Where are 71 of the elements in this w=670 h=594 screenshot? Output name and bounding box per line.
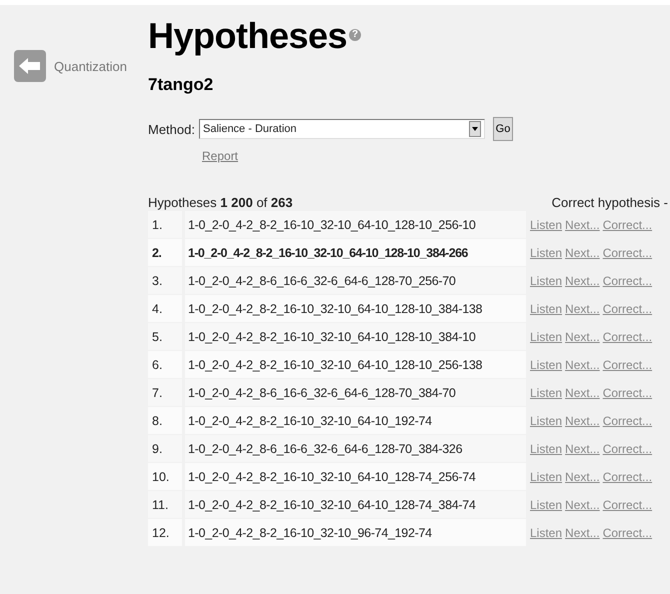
row-link[interactable]: Correct... <box>602 470 652 484</box>
row-link[interactable]: Correct... <box>602 498 652 512</box>
row-link[interactable]: Next... <box>565 414 600 428</box>
row-link[interactable]: Next... <box>565 442 600 456</box>
hypothesis-cell[interactable]: 1-0_2-0_4-2_8-2_16-10_32-10_64-10_128-10_384-10 <box>185 323 526 350</box>
row-link[interactable]: Correct... <box>602 246 652 260</box>
row-link[interactable]: Next... <box>565 274 600 288</box>
help-icon[interactable]: ? <box>349 29 362 41</box>
hypothesis-cell[interactable]: 1-0_2-0_4-2_8-2_16-10_32-10_64-10_128-10_256-10 <box>185 211 526 238</box>
report-link[interactable]: Report <box>202 149 238 163</box>
row-link[interactable]: Next... <box>565 470 600 484</box>
row-link[interactable]: Next... <box>565 526 600 540</box>
hypothesis-cell[interactable]: 1-0_2-0_4-2_8-2_16-10_32-10_64-10_128-10_384-266 <box>185 239 526 266</box>
hypothesis-cell[interactable]: 1-0_2-0_4-2_8-2_16-10_32-10_64-10_128-74_384-74 <box>185 491 526 518</box>
song-title: 7tango2 <box>148 75 214 95</box>
go-button[interactable]: Go <box>492 117 513 141</box>
row-number: 4. <box>148 295 182 322</box>
row-link[interactable]: Correct... <box>602 274 652 288</box>
row-number: 2. <box>148 239 182 266</box>
hypothesis-cell[interactable]: 1-0_2-0_4-2_8-2_16-10_32-10_96-74_192-74 <box>185 519 526 546</box>
caret-icon <box>468 121 481 137</box>
row-link[interactable]: Listen <box>530 302 562 316</box>
row-link[interactable]: Next... <box>565 218 600 232</box>
row-link[interactable]: Correct... <box>602 302 652 316</box>
row-link[interactable]: Listen <box>530 386 562 400</box>
row-link[interactable]: Listen <box>530 498 562 512</box>
hypothesis-cell[interactable]: 1-0_2-0_4-2_8-6_16-6_32-6_64-6_128-70_384-326 <box>185 435 526 462</box>
hypothesis-cell[interactable]: 1-0_2-0_4-2_8-2_16-10_32-10_64-10_128-74_256-74 <box>185 463 526 490</box>
row-link[interactable]: Correct... <box>602 526 652 540</box>
method-dropdown[interactable]: Salience - Duration <box>198 119 485 139</box>
hypothesis-cell[interactable]: 1-0_2-0_4-2_8-2_16-10_32-10_64-10_128-10_384-138 <box>185 295 526 322</box>
row-number: 12. <box>148 519 182 546</box>
row-link[interactable]: Listen <box>530 246 562 260</box>
hypothesis-cell[interactable]: 1-0_2-0_4-2_8-6_16-6_32-6_64-6_128-70_256-70 <box>185 267 526 294</box>
method-label: Method: <box>148 122 195 136</box>
hypothesis-cell[interactable]: 1-0_2-0_4-2_8-2_16-10_32-10_64-10_128-10_256-138 <box>185 351 526 378</box>
row-link[interactable]: Correct... <box>602 330 652 344</box>
row-number: 7. <box>148 379 182 406</box>
row-link[interactable]: Listen <box>530 218 562 232</box>
row-link[interactable]: Next... <box>565 246 600 260</box>
row-link[interactable]: Listen <box>530 274 562 288</box>
row-link[interactable]: Listen <box>530 358 562 372</box>
row-link[interactable]: Next... <box>565 302 600 316</box>
row-link[interactable]: Correct... <box>602 386 652 400</box>
row-number: 11. <box>148 491 182 518</box>
hypotheses-count: Hypotheses 1 200 of 263 <box>148 195 293 210</box>
row-link[interactable]: Next... <box>565 330 600 344</box>
row-number: 6. <box>148 351 182 378</box>
row-link[interactable]: Listen <box>530 414 562 428</box>
row-link[interactable]: Correct... <box>602 442 652 456</box>
page-title: Hypotheses <box>148 15 348 57</box>
row-number: 3. <box>148 267 182 294</box>
hypothesis-cell[interactable]: 1-0_2-0_4-2_8-2_16-10_32-10_64-10_192-74 <box>185 407 526 434</box>
row-link[interactable]: Listen <box>530 330 562 344</box>
row-link[interactable]: Next... <box>565 358 600 372</box>
row-link[interactable]: Listen <box>530 526 562 540</box>
row-link[interactable]: Listen <box>530 442 562 456</box>
row-link[interactable]: Next... <box>565 498 600 512</box>
row-link[interactable]: Correct... <box>602 358 652 372</box>
row-link[interactable]: Next... <box>565 386 600 400</box>
row-link[interactable]: Correct... <box>602 414 652 428</box>
row-link[interactable]: Correct... <box>602 218 652 232</box>
column-header: Correct hypothesis - <box>552 195 668 210</box>
back-link[interactable]: Quantization <box>14 50 148 82</box>
row-number: 1. <box>148 211 182 238</box>
row-link[interactable]: Listen <box>530 470 562 484</box>
row-number: 9. <box>148 435 182 462</box>
row-number: 10. <box>148 463 182 490</box>
hypothesis-cell[interactable]: 1-0_2-0_4-2_8-6_16-6_32-6_64-6_128-70_384-70 <box>185 379 526 406</box>
row-number: 5. <box>148 323 182 350</box>
row-number: 8. <box>148 407 182 434</box>
